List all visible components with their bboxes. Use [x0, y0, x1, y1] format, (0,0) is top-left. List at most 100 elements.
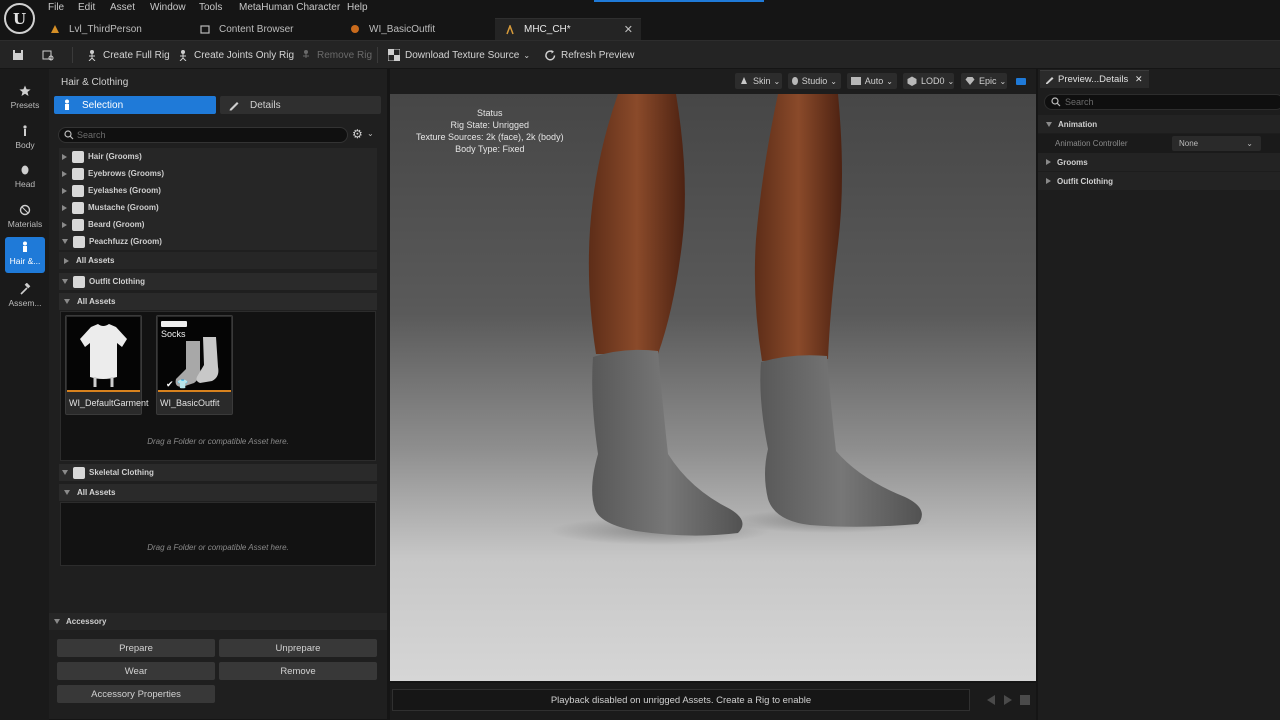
viewport-toolbar: Skin ⌄ Studio ⌄ Auto ⌄ LOD0 ⌄ Epic ⌄ — [390, 69, 1036, 94]
menu-window[interactable]: Window — [150, 2, 186, 13]
pencil-icon — [1045, 74, 1055, 87]
save-button[interactable] — [12, 47, 29, 63]
outfit-all-assets-row[interactable]: All Assets — [59, 293, 377, 310]
remove-rig-icon — [300, 49, 312, 61]
collapse-arrow-icon[interactable] — [62, 279, 68, 284]
collapse-arrow-icon[interactable] — [62, 239, 68, 244]
close-icon[interactable]: ✕ — [624, 23, 633, 36]
asset-tile-default-garment[interactable]: WI_DefaultGarment — [65, 315, 149, 415]
strip-body[interactable]: Body — [5, 121, 45, 157]
button-label: Refresh Preview — [561, 49, 635, 61]
tab-wi-basicoutfit[interactable]: WI_BasicOutfit — [340, 18, 490, 40]
menu-edit[interactable]: Edit — [78, 2, 95, 13]
menu-tools[interactable]: Tools — [199, 2, 222, 13]
peachfuzz-all-assets-row[interactable]: All Assets — [59, 252, 377, 269]
download-texture-source-button[interactable]: Download Texture Source ⌄ — [387, 47, 530, 63]
groom-icon — [72, 150, 84, 163]
preview-viewport[interactable]: Skin ⌄ Studio ⌄ Auto ⌄ LOD0 ⌄ Epic ⌄ Sta… — [390, 69, 1036, 681]
play-reverse-icon[interactable] — [986, 694, 996, 709]
animation-controller-dropdown[interactable]: None ⌄ — [1172, 136, 1261, 151]
collapse-arrow-icon[interactable] — [62, 470, 68, 475]
collapse-arrow-icon[interactable] — [54, 619, 60, 624]
prepare-button[interactable]: Prepare — [57, 639, 215, 657]
skeletal-drop-area[interactable]: Drag a Folder or compatible Asset here. — [60, 502, 376, 566]
expand-arrow-icon[interactable] — [1046, 159, 1051, 165]
play-icon[interactable] — [1003, 694, 1013, 709]
tab-lvl-thirdperson[interactable]: Lvl_ThirdPerson — [40, 18, 190, 40]
selection-button[interactable]: Selection — [54, 96, 216, 114]
expand-arrow-icon[interactable] — [1046, 178, 1051, 184]
strip-assembly[interactable]: Assem... — [5, 279, 45, 315]
skeletal-all-assets-row[interactable]: All Assets — [59, 484, 377, 501]
expand-arrow-icon[interactable] — [62, 153, 67, 160]
unreal-logo-icon[interactable]: U — [4, 3, 35, 34]
tab-label: MHC_CH* — [524, 24, 571, 35]
tab-content-browser[interactable]: Content Browser — [190, 18, 340, 40]
menu-file[interactable]: File — [48, 2, 64, 13]
stop-icon[interactable] — [1020, 695, 1030, 705]
tree-row-beard[interactable]: Beard (Groom) — [59, 216, 377, 233]
hair-clothing-panel: Hair & Clothing Selection Details Search… — [49, 69, 387, 719]
panel-title: Hair & Clothing — [61, 77, 129, 88]
strip-presets[interactable]: Presets — [5, 81, 45, 117]
settings-gear-icon[interactable]: ⚙ — [352, 128, 363, 140]
collapse-arrow-icon[interactable] — [1046, 121, 1052, 127]
menu-metahuman-character[interactable]: MetaHuman Character — [239, 2, 340, 13]
search-placeholder: Search — [77, 130, 106, 140]
menu-help[interactable]: Help — [347, 2, 368, 13]
skin-dropdown[interactable]: Skin ⌄ — [735, 73, 782, 89]
outfit-drop-area[interactable]: WI_DefaultGarment Socks ✔ 👕 WI_BasicOutf… — [60, 311, 376, 461]
section-animation[interactable]: Animation — [1038, 115, 1280, 133]
tree-row-peachfuzz[interactable]: Peachfuzz (Groom) — [59, 233, 377, 250]
accessory-header[interactable]: Accessory — [49, 613, 387, 630]
search-input[interactable]: Search — [58, 127, 348, 143]
create-full-rig-button[interactable]: Create Full Rig — [86, 47, 170, 63]
refresh-preview-button[interactable]: Refresh Preview — [544, 47, 634, 63]
remove-rig-button[interactable]: Remove Rig — [300, 47, 372, 63]
collapse-arrow-icon[interactable] — [64, 299, 70, 304]
texture-sources: Texture Sources: 2k (face), 2k (body) — [416, 132, 564, 142]
menu-asset[interactable]: Asset — [110, 2, 135, 13]
refresh-icon — [544, 49, 556, 61]
accessory-properties-button[interactable]: Accessory Properties — [57, 685, 215, 703]
realtime-toggle-icon[interactable] — [1016, 78, 1026, 85]
tab-preview-details[interactable]: Preview...Details ✕ — [1040, 70, 1149, 88]
search-placeholder: Search — [1065, 97, 1094, 107]
expand-arrow-icon[interactable] — [62, 221, 67, 228]
details-search-input[interactable]: Search — [1044, 94, 1280, 110]
remove-button[interactable]: Remove — [219, 662, 377, 680]
row-label: All Assets — [77, 488, 116, 497]
collapse-arrow-icon[interactable] — [64, 490, 70, 495]
unprepare-button[interactable]: Unprepare — [219, 639, 377, 657]
tree-row-hair[interactable]: Hair (Grooms) — [59, 148, 377, 165]
tree-row-eyebrows[interactable]: Eyebrows (Grooms) — [59, 165, 377, 182]
details-button[interactable]: Details — [220, 96, 381, 114]
strip-materials[interactable]: Materials — [5, 200, 45, 236]
quality-dropdown[interactable]: Epic ⌄ — [961, 73, 1007, 89]
chevron-down-icon[interactable]: ⌄ — [367, 129, 374, 138]
browse-button[interactable] — [42, 47, 59, 63]
section-grooms[interactable]: Grooms — [1038, 153, 1280, 171]
tree-row-outfit-clothing[interactable]: Outfit Clothing — [59, 273, 377, 290]
strip-hair-clothing[interactable]: Hair &... — [5, 237, 45, 273]
tab-mhc-ch[interactable]: MHC_CH* ✕ — [495, 18, 641, 40]
garment-thumbnail — [67, 317, 140, 392]
create-joints-only-rig-button[interactable]: Create Joints Only Rig — [177, 47, 294, 63]
expand-arrow-icon[interactable] — [62, 170, 67, 177]
expand-arrow-icon[interactable] — [62, 204, 67, 211]
expand-arrow-icon[interactable] — [62, 187, 67, 194]
auto-dropdown[interactable]: Auto ⌄ — [847, 73, 897, 89]
section-outfit-clothing[interactable]: Outfit Clothing — [1038, 172, 1280, 190]
expand-arrow-icon[interactable] — [64, 257, 69, 264]
close-icon[interactable]: ✕ — [1135, 74, 1143, 85]
lod-dropdown[interactable]: LOD0 ⌄ — [903, 73, 954, 89]
strip-head[interactable]: Head — [5, 160, 45, 196]
groom-icon — [72, 184, 84, 197]
tree-row-eyelashes[interactable]: Eyelashes (Groom) — [59, 182, 377, 199]
asset-tile-basic-outfit[interactable]: Socks ✔ 👕 WI_BasicOutfit — [156, 315, 233, 415]
tree-row-skeletal-clothing[interactable]: Skeletal Clothing — [59, 464, 377, 481]
tree-row-mustache[interactable]: Mustache (Groom) — [59, 199, 377, 216]
drop-hint: Drag a Folder or compatible Asset here. — [147, 437, 289, 446]
wear-button[interactable]: Wear — [57, 662, 215, 680]
studio-dropdown[interactable]: Studio ⌄ — [788, 73, 841, 89]
